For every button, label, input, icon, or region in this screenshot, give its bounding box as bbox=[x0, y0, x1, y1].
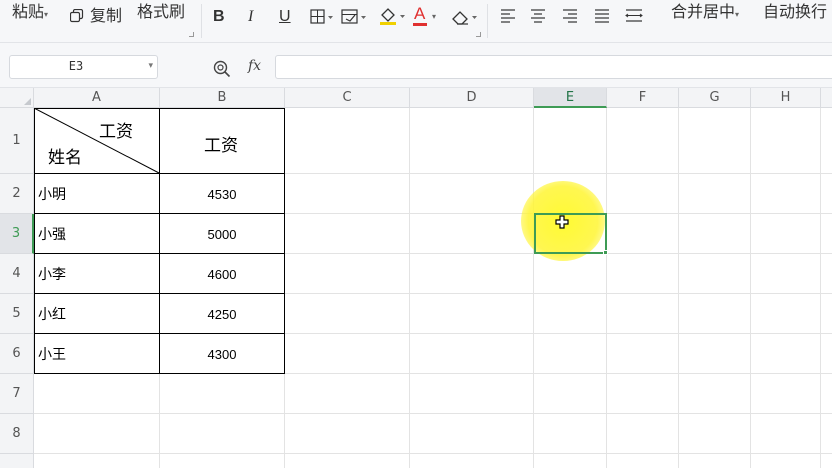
font-color-label: A bbox=[414, 4, 426, 23]
paste-label: 粘贴 bbox=[12, 2, 45, 21]
toolbar-divider bbox=[487, 4, 488, 38]
cell-b1: 工资 bbox=[204, 136, 238, 156]
cell-style-icon[interactable] bbox=[341, 9, 367, 25]
row-header-3[interactable]: 3 bbox=[0, 214, 34, 254]
zoom-search-icon[interactable] bbox=[213, 60, 231, 78]
fill-handle[interactable] bbox=[603, 250, 608, 255]
cell-b5: 4250 bbox=[207, 307, 237, 322]
copy-button[interactable]: 复制 bbox=[70, 6, 122, 26]
table-border bbox=[34, 253, 285, 254]
format-painter-label: 格式刷 bbox=[137, 2, 186, 21]
table-border bbox=[34, 213, 285, 214]
formula-input[interactable] bbox=[275, 55, 832, 79]
borders-icon[interactable] bbox=[310, 9, 334, 25]
row-header-7[interactable]: 7 bbox=[0, 374, 34, 414]
wrap-text-label: 自动换行 bbox=[763, 2, 828, 21]
font-group-launcher[interactable] bbox=[476, 32, 481, 37]
table-border bbox=[284, 108, 285, 374]
cell-a1-top-right: 工资 bbox=[99, 122, 133, 142]
clipboard-group-launcher[interactable] bbox=[189, 32, 194, 37]
cell-b2: 4530 bbox=[207, 187, 237, 202]
name-box[interactable]: E3 ▾ bbox=[9, 55, 158, 79]
gridline bbox=[820, 108, 821, 468]
format-painter-button[interactable]: 格式刷 bbox=[137, 2, 185, 22]
gridline bbox=[606, 108, 607, 468]
align-left-icon[interactable] bbox=[500, 9, 516, 23]
bold-button[interactable]: B bbox=[213, 7, 225, 27]
cell-a1-bottom-left: 姓名 bbox=[48, 148, 82, 168]
name-box-value: E3 bbox=[68, 59, 84, 73]
cross-cursor-icon bbox=[555, 215, 569, 229]
justify-icon[interactable] bbox=[594, 9, 610, 23]
table-border bbox=[34, 373, 285, 374]
column-header-overflow[interactable] bbox=[821, 88, 832, 108]
copy-label: 复制 bbox=[90, 6, 123, 25]
bold-label: B bbox=[213, 8, 225, 25]
select-all-corner[interactable] bbox=[0, 88, 34, 108]
gridline bbox=[678, 108, 679, 468]
gridline bbox=[533, 108, 534, 468]
selected-cell-e3[interactable] bbox=[534, 213, 607, 254]
fx-icon[interactable]: fx bbox=[248, 58, 261, 74]
formula-bar: E3 ▾ fx bbox=[0, 43, 832, 88]
row-header-4[interactable]: 4 bbox=[0, 254, 34, 294]
row-header-overflow[interactable] bbox=[0, 454, 34, 468]
cell-b3: 5000 bbox=[207, 227, 237, 242]
toolbar-divider bbox=[201, 4, 202, 38]
row-header-8[interactable]: 8 bbox=[0, 414, 34, 454]
name-box-dropdown-icon[interactable]: ▾ bbox=[148, 61, 153, 71]
fill-color-icon[interactable] bbox=[378, 6, 406, 26]
column-header-h[interactable]: H bbox=[751, 88, 821, 108]
distributed-align-icon[interactable] bbox=[625, 9, 643, 23]
gridline bbox=[750, 108, 751, 468]
cell-b6: 4300 bbox=[207, 347, 237, 362]
underline-label: U bbox=[279, 8, 291, 25]
align-right-icon[interactable] bbox=[562, 9, 578, 23]
cell-a6: 小王 bbox=[38, 347, 66, 363]
italic-button[interactable]: I bbox=[248, 7, 253, 27]
column-header-b[interactable]: B bbox=[160, 88, 285, 108]
row-header-5[interactable]: 5 bbox=[0, 294, 34, 334]
column-header-g[interactable]: G bbox=[679, 88, 751, 108]
select-all-triangle-icon bbox=[24, 98, 31, 105]
paste-button[interactable]: 粘贴▾ bbox=[12, 2, 48, 25]
cell-a3: 小强 bbox=[38, 227, 66, 243]
column-header-c[interactable]: C bbox=[285, 88, 410, 108]
spreadsheet-grid: A B C D E F G H 1 2 3 4 5 6 7 8 工资 姓名 工资… bbox=[0, 88, 832, 468]
gridline bbox=[34, 453, 832, 454]
underline-button[interactable]: U bbox=[279, 7, 291, 27]
font-color-dropdown-caret[interactable]: ▾ bbox=[432, 12, 436, 21]
cell-b4: 4600 bbox=[207, 267, 237, 282]
column-header-d[interactable]: D bbox=[410, 88, 534, 108]
cell-a4: 小李 bbox=[38, 267, 66, 283]
cell-a5: 小红 bbox=[38, 307, 66, 323]
copy-icon bbox=[70, 9, 84, 23]
column-header-f[interactable]: F bbox=[607, 88, 679, 108]
gridline bbox=[34, 413, 832, 414]
merge-center-dropdown-caret[interactable]: ▾ bbox=[735, 10, 739, 19]
italic-label: I bbox=[248, 8, 254, 25]
cell-a2: 小明 bbox=[38, 187, 66, 203]
row-header-6[interactable]: 6 bbox=[0, 334, 34, 374]
row-header-1[interactable]: 1 bbox=[0, 108, 34, 174]
column-header-e[interactable]: E bbox=[534, 88, 607, 108]
merge-center-label: 合并居中 bbox=[671, 2, 736, 21]
eraser-icon[interactable] bbox=[450, 8, 478, 26]
table-border bbox=[34, 293, 285, 294]
merge-center-button[interactable]: 合并居中▾ bbox=[671, 2, 739, 25]
ribbon-toolbar: 粘贴▾ 复制 格式刷 B I U A ▾ 合并居中▾ 自动换行 bbox=[0, 0, 832, 43]
row-header-2[interactable]: 2 bbox=[0, 174, 34, 214]
align-center-icon[interactable] bbox=[530, 9, 546, 23]
table-border bbox=[34, 333, 285, 334]
wrap-text-button[interactable]: 自动换行 bbox=[763, 2, 827, 22]
column-header-a[interactable]: A bbox=[34, 88, 160, 108]
font-color-bar bbox=[413, 23, 427, 26]
paste-dropdown-caret[interactable]: ▾ bbox=[44, 10, 48, 19]
gridline bbox=[409, 108, 410, 468]
font-color-button[interactable]: A bbox=[414, 4, 425, 24]
